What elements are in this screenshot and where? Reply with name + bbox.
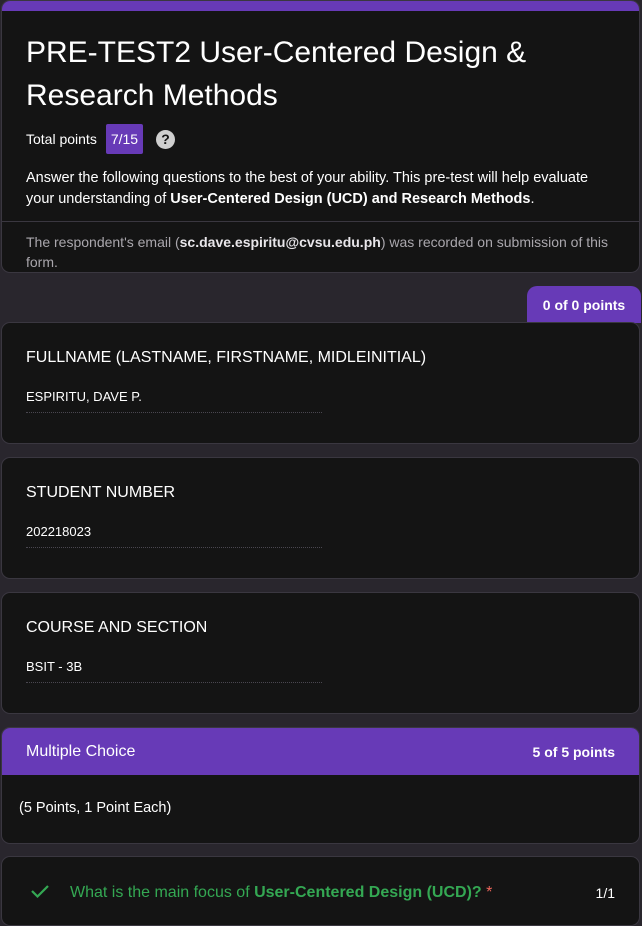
question-title: COURSE AND SECTION [26, 619, 208, 636]
form-title: PRE-TEST2 User-Centered Design & Researc… [26, 36, 527, 112]
question-score: 1/1 [595, 885, 615, 901]
answer-text: BSIT - 3B [26, 659, 322, 683]
section-card-multiple-choice: Multiple Choice 5 of 5 points (5 Points,… [1, 727, 640, 844]
email-notice: The respondent's email (sc.dave.espiritu… [26, 234, 609, 270]
form-description: Answer the following questions to the be… [26, 170, 589, 207]
question-card-course-section: COURSE AND SECTION BSIT - 3B [1, 592, 640, 714]
total-points-label: Total points [26, 131, 97, 147]
accent-bar [2, 1, 639, 11]
section-points: 5 of 5 points [532, 743, 615, 760]
question-card-fullname: FULLNAME (LASTNAME, FIRSTNAME, MIDLEINIT… [1, 322, 640, 444]
question-card-q1: What is the main focus of User-Centered … [1, 856, 640, 926]
question-title: FULLNAME (LASTNAME, FIRSTNAME, MIDLEINIT… [26, 349, 427, 366]
answer-text: ESPIRITU, DAVE P. [26, 389, 322, 413]
question-card-student-number: STUDENT NUMBER 202218023 [1, 457, 640, 579]
section-title: Multiple Choice [26, 742, 136, 760]
section-description: (5 Points, 1 Point Each) [19, 800, 172, 816]
total-points-row: Total points 7/15 ? [26, 124, 639, 154]
total-points-badge: 7/15 [105, 124, 144, 154]
header-divider [2, 221, 639, 222]
section-points-tab: 0 of 0 points [527, 286, 641, 323]
required-asterisk: * [486, 884, 493, 901]
respondent-email: sc.dave.espiritu@cvsu.edu.ph [179, 234, 381, 250]
check-icon [31, 885, 49, 899]
question-title: What is the main focus of User-Centered … [70, 884, 493, 901]
question-title: STUDENT NUMBER [26, 484, 176, 501]
form-header-card: PRE-TEST2 User-Centered Design & Researc… [1, 0, 640, 273]
answer-text: 202218023 [26, 524, 322, 548]
section-header: Multiple Choice 5 of 5 points [2, 728, 639, 775]
help-circle-icon[interactable]: ? [156, 129, 176, 149]
